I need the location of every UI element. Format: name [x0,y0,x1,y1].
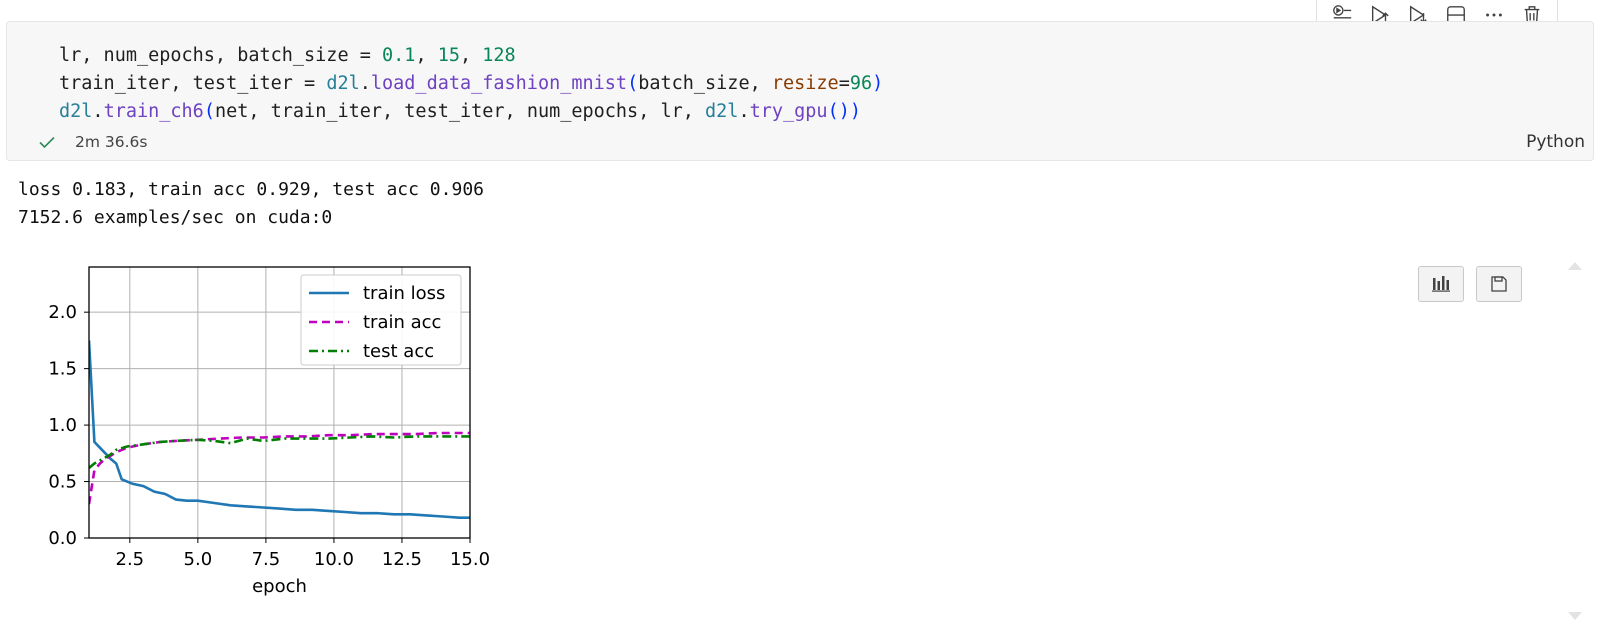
y-tick-label: 0.5 [48,472,77,493]
x-tick-label: 15.0 [450,549,490,570]
execution-duration: 2m 36.6s [75,133,148,151]
x-axis-label: epoch [252,576,307,597]
code-line-2: train_iter, test_iter = d2l.load_data_fa… [59,73,884,94]
y-tick-label: 0.0 [48,528,77,549]
code-line-1: lr, num_epochs, batch_size = 0.1, 15, 12… [59,45,516,66]
output-line-2: 7152.6 examples/sec on cuda:0 [18,207,333,228]
chart-series [89,340,470,520]
output-line-1: loss 0.183, train acc 0.929, test acc 0.… [18,179,484,200]
x-tick-label: 2.5 [116,549,145,570]
x-tick-label: 7.5 [252,549,281,570]
y-tick-label: 1.0 [48,415,77,436]
chart-svg: 2.5 5.0 7.5 10.0 12.5 15.0 0.0 0.5 1.0 1.5 2.0 epo… [48,266,490,597]
x-tick-label: 10.0 [314,549,354,570]
bar-chart-icon [1432,276,1450,292]
training-chart: 2.5 5.0 7.5 10.0 12.5 15.0 0.0 0.5 1.0 1.5 2.0 epo… [20,255,520,605]
chart-legend: train loss train acc test acc [300,274,462,366]
x-tick-label: 5.0 [184,549,213,570]
series-line-test-acc [89,435,470,469]
code-cell[interactable]: lr, num_epochs, batch_size = 0.1, 15, 12… [6,21,1594,161]
y-tick-label: 1.5 [48,359,77,380]
legend-label: test acc [363,341,434,362]
check-icon [39,136,55,149]
y-tick-label: 2.0 [48,302,77,323]
cell-output-text: loss 0.183, train acc 0.929, test acc 0.… [18,176,484,232]
save-icon [1491,276,1507,292]
execution-status: 2m 36.6s [37,132,147,152]
x-tick-label: 12.5 [382,549,422,570]
output-scroll-down[interactable] [1568,612,1582,620]
legend-label: train loss [363,283,445,304]
legend-label: train acc [363,312,441,333]
save-output-button[interactable] [1476,266,1522,302]
code-editor[interactable]: lr, num_epochs, batch_size = 0.1, 15, 12… [59,42,883,126]
chart-view-button[interactable] [1418,266,1464,302]
code-line-3: d2l.train_ch6(net, train_iter, test_iter… [59,101,861,122]
series-line-train-loss [89,340,470,520]
output-scroll-up[interactable] [1568,262,1582,270]
language-selector[interactable]: Python [1526,132,1585,152]
